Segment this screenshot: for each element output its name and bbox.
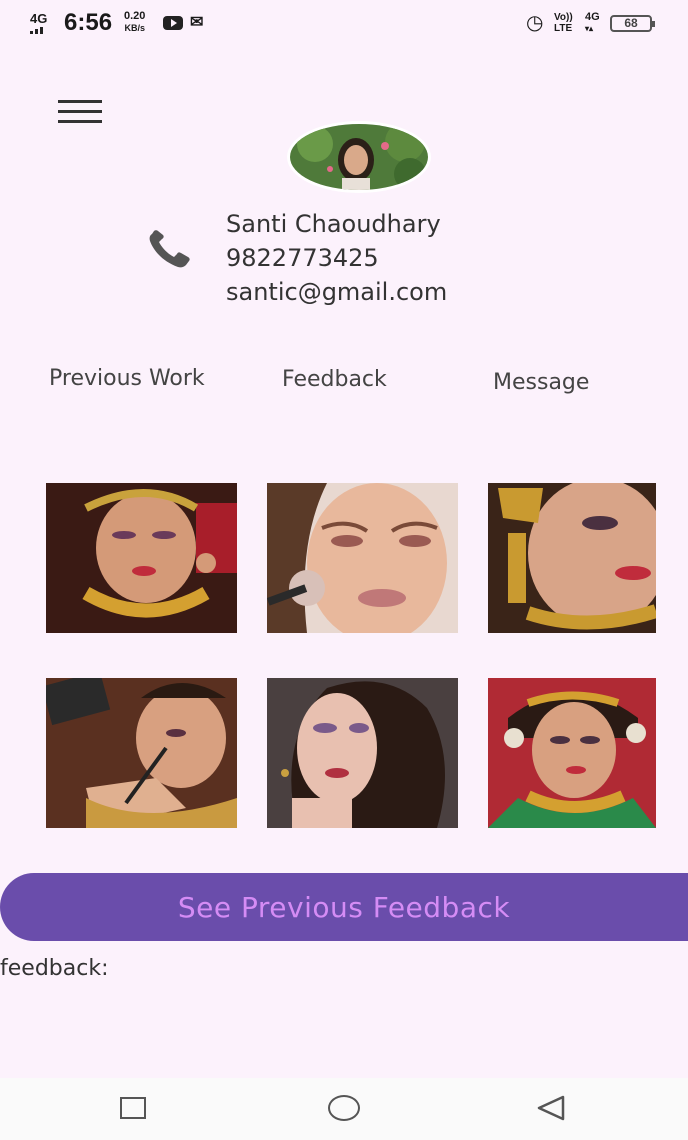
artist-email: santic@gmail.com xyxy=(226,278,448,306)
volte-bottom: LTE xyxy=(554,23,573,34)
gmail-icon: ✉ xyxy=(190,14,204,31)
volte-indicator: Vo)) LTE xyxy=(554,12,573,34)
tab-message[interactable]: Message xyxy=(493,370,589,395)
artist-name: Santi Chaoudhary xyxy=(226,210,441,238)
battery-level: 68 xyxy=(624,16,638,30)
network2-label: 4G xyxy=(585,11,600,23)
gallery-image-2[interactable] xyxy=(267,483,458,633)
see-previous-feedback-button[interactable]: See Previous Feedback xyxy=(0,873,688,941)
tab-previous-work[interactable]: Previous Work xyxy=(49,366,205,391)
speed-value: 0.20 xyxy=(124,10,146,22)
profile-photo xyxy=(290,124,428,190)
network-type: 4G xyxy=(30,11,48,26)
feedback-label: feedback: xyxy=(0,956,109,981)
see-previous-feedback-label: See Previous Feedback xyxy=(177,890,511,924)
contact-info: Santi Chaoudhary 9822773425 santic@gmail… xyxy=(226,207,447,309)
gallery-image-3[interactable] xyxy=(488,483,656,633)
gallery-image-5[interactable] xyxy=(267,678,458,828)
speed-unit: KB/s xyxy=(124,23,145,33)
youtube-icon xyxy=(163,16,183,30)
home-icon[interactable] xyxy=(328,1095,360,1121)
menu-icon[interactable] xyxy=(58,100,102,126)
signal-icon: 4G xyxy=(30,12,47,34)
network-speed: 0.20 KB/s xyxy=(124,10,145,34)
alarm-icon: ◷ xyxy=(526,12,544,34)
gallery-image-1[interactable] xyxy=(46,483,237,633)
back-icon[interactable] xyxy=(535,1094,567,1122)
status-bar: 4G 6:56 0.20 KB/s ✉ ◷ Vo)) LTE 4G ▾▴ 68 xyxy=(0,0,688,48)
phone-icon[interactable] xyxy=(146,230,196,270)
network-type-2: 4G ▾▴ xyxy=(585,11,600,34)
volte-top: Vo)) xyxy=(554,12,573,23)
recent-apps-icon[interactable] xyxy=(120,1097,146,1119)
gallery-image-6[interactable] xyxy=(488,678,656,828)
tab-feedback[interactable]: Feedback xyxy=(282,367,387,392)
gallery-image-4[interactable] xyxy=(46,678,237,828)
avatar[interactable] xyxy=(287,121,431,193)
artist-phone: 9822773425 xyxy=(226,244,379,272)
battery-icon: 68 xyxy=(610,15,655,32)
clock: 6:56 xyxy=(64,9,113,36)
